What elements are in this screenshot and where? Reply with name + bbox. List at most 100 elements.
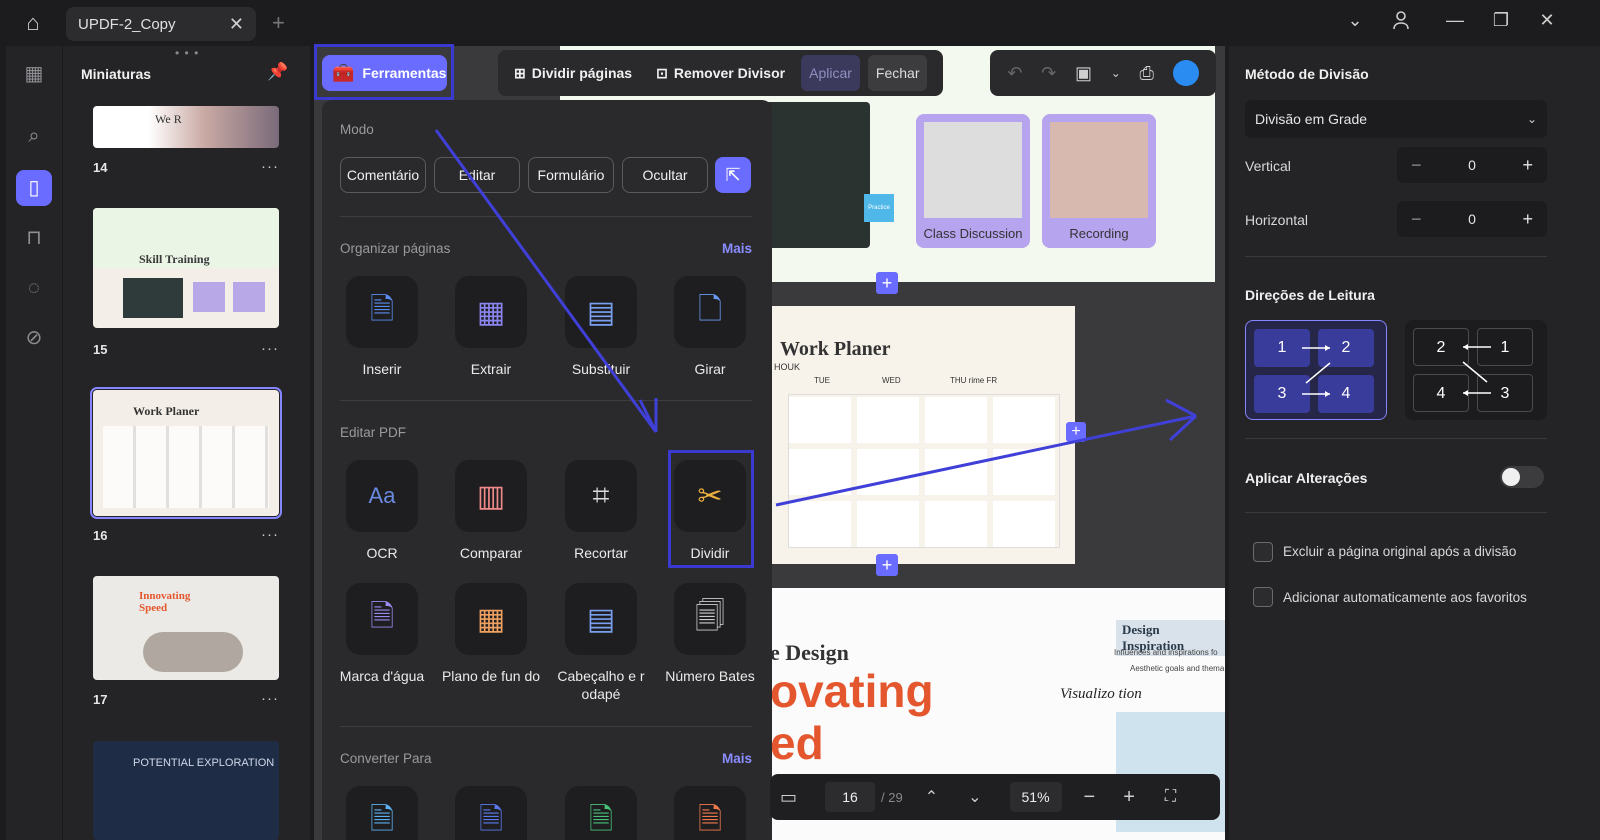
thumbnail-page-16[interactable]: Work Planer (90, 387, 282, 519)
search-icon[interactable]: ⌕ (16, 118, 52, 154)
ocr-tool[interactable]: Aa OCR (332, 460, 432, 562)
minimize-icon[interactable]: — (1440, 10, 1470, 31)
thumbnail-page-15[interactable]: Skill Training (93, 208, 279, 328)
redo-icon[interactable]: ↷ (1041, 63, 1056, 84)
thumbnails-icon[interactable]: ▯ (16, 170, 52, 206)
presentation-icon[interactable]: ▭ (780, 787, 797, 808)
convert-more-link[interactable]: Mais (722, 751, 752, 766)
organize-more-link[interactable]: Mais (722, 241, 752, 256)
mode-edit-button[interactable]: Editar (434, 157, 520, 193)
convert-ppt-tool[interactable]: 🗎 (660, 786, 760, 840)
background-tool[interactable]: ▦ Plano de fun do (441, 583, 541, 685)
next-page-icon[interactable]: ⌄ (968, 787, 981, 807)
mode-form-button[interactable]: Formulário (528, 157, 614, 193)
compare-tool[interactable]: ▥ Comparar (441, 460, 541, 562)
remove-divider-button[interactable]: ⊡ Remover Divisor (648, 55, 793, 91)
convert-image-tool[interactable]: 🗎 (332, 786, 432, 840)
watermark-icon: 🗎 (346, 583, 418, 655)
document-tab[interactable]: UPDF-2_Copy ✕ (66, 7, 256, 41)
convert-excel-tool[interactable]: 🗎 (551, 786, 651, 840)
split-pages-label: Dividir páginas (531, 65, 633, 81)
page-number-input[interactable]: 16 (825, 782, 876, 812)
new-tab-icon[interactable]: + (272, 10, 285, 36)
split-pages-button[interactable]: ⊞ Dividir páginas (506, 55, 640, 91)
save-icon[interactable]: ▣ (1075, 63, 1092, 84)
replace-tool[interactable]: ▤ Substituir (551, 276, 651, 378)
ai-assistant-icon[interactable] (1172, 60, 1199, 86)
drag-handle[interactable]: • • • (175, 46, 199, 60)
divider (1245, 438, 1547, 439)
plus-icon[interactable]: + (1522, 209, 1533, 230)
rotate-tool[interactable]: 🗋 Girar (660, 276, 760, 378)
bates-number-tool[interactable]: 🗐 Número Bates (660, 583, 760, 685)
header-footer-tool[interactable]: ▤ Cabeçalho e r odapé (551, 583, 651, 703)
horizontal-stepper[interactable]: − 0 + (1397, 201, 1547, 237)
plus-icon[interactable]: + (1522, 155, 1533, 176)
restore-icon[interactable]: ❐ (1486, 10, 1516, 31)
undo-icon[interactable]: ↶ (1007, 63, 1022, 84)
watermark-tool[interactable]: 🗎 Marca d'água (332, 583, 432, 685)
zoom-level[interactable]: 51% (1009, 782, 1062, 812)
tool-label: Extrair (470, 361, 512, 377)
thumbnail-page-18[interactable]: POTENTIAL EXPLORATION (93, 741, 279, 840)
crop-tool[interactable]: ⌗ Recortar (551, 460, 651, 562)
vertical-stepper[interactable]: − 0 + (1397, 147, 1547, 183)
bates-number-icon: 🗐 (674, 583, 746, 655)
reading-order-reverse[interactable]: 2 1 4 3 (1405, 320, 1547, 420)
page-more-button[interactable]: ··· (261, 340, 279, 357)
pin-icon[interactable]: 📌 (267, 62, 288, 82)
mode-redact-button[interactable]: Ocultar (622, 157, 708, 193)
page-more-button[interactable]: ··· (261, 158, 279, 175)
minus-icon[interactable]: − (1411, 155, 1422, 176)
apps-grid-icon[interactable]: ▦ (16, 56, 52, 92)
close-button[interactable]: Fechar (867, 55, 928, 91)
home-icon[interactable]: ⌂ (18, 10, 48, 36)
page-more-button[interactable]: ··· (261, 690, 279, 707)
reading-order-z[interactable]: 1 2 3 4 (1245, 320, 1387, 420)
comments-icon[interactable]: ◌ (16, 270, 52, 306)
tools-button[interactable]: 🧰 Ferramentas (322, 55, 447, 91)
add-split-icon[interactable]: + (1066, 422, 1086, 442)
close-window-icon[interactable]: ✕ (1532, 10, 1562, 31)
add-favorites-checkbox[interactable] (1253, 587, 1273, 607)
attachment-icon[interactable]: ⊘ (16, 320, 52, 356)
day-label: THU rime FR (950, 376, 998, 385)
bookmark-icon[interactable]: ⊓ (16, 220, 52, 256)
page-number: 14 (93, 160, 108, 175)
thumbnail-page-14[interactable]: We R (93, 106, 279, 148)
print-icon[interactable]: ⎙ (1140, 63, 1154, 84)
day-label: TUE (814, 376, 830, 385)
apply-button[interactable]: Aplicar (801, 55, 860, 91)
zoom-out-icon[interactable]: − (1084, 786, 1096, 809)
chevron-down-icon[interactable]: ⌄ (1340, 10, 1370, 31)
fit-page-icon[interactable]: ⛶ (1165, 788, 1176, 806)
tool-label: Número Bates (665, 668, 755, 684)
split-settings-panel: Método de Divisão Divisão em Grade ⌄ Ver… (1229, 46, 1600, 840)
previous-page-icon[interactable]: ⌃ (925, 787, 938, 807)
tool-label: Marca d'água (339, 668, 425, 684)
save-dropdown-icon[interactable]: ⌄ (1111, 66, 1121, 80)
divider (340, 216, 752, 217)
close-tab-icon[interactable]: ✕ (229, 14, 244, 35)
mode-comment-button[interactable]: Comentário (340, 157, 426, 193)
split-method-select[interactable]: Divisão em Grade ⌄ (1245, 100, 1547, 138)
add-split-icon[interactable]: + (876, 272, 898, 294)
exclude-original-checkbox[interactable] (1253, 542, 1273, 562)
extract-tool[interactable]: ▦ Extrair (441, 276, 541, 378)
apply-changes-toggle[interactable] (1500, 466, 1544, 488)
user-icon[interactable] (1386, 10, 1416, 35)
open-external-icon[interactable]: ⇱ (715, 157, 751, 193)
minus-icon[interactable]: − (1411, 209, 1422, 230)
ocr-icon: Aa (346, 460, 418, 532)
thumbnail-text: We R (155, 112, 182, 126)
vertical-label: Vertical (1245, 158, 1291, 174)
insert-tool[interactable]: 🗎 Inserir (332, 276, 432, 378)
convert-word-tool[interactable]: 🗎 (441, 786, 541, 840)
add-favorites-label: Adicionar automaticamente aos favoritos (1283, 590, 1527, 605)
horizontal-value[interactable]: 0 (1468, 211, 1476, 227)
zoom-in-icon[interactable]: + (1123, 786, 1135, 809)
thumbnail-page-17[interactable]: Innovating Speed (93, 576, 279, 680)
page-more-button[interactable]: ··· (261, 526, 279, 543)
add-split-icon[interactable]: + (876, 554, 898, 576)
vertical-value[interactable]: 0 (1468, 157, 1476, 173)
